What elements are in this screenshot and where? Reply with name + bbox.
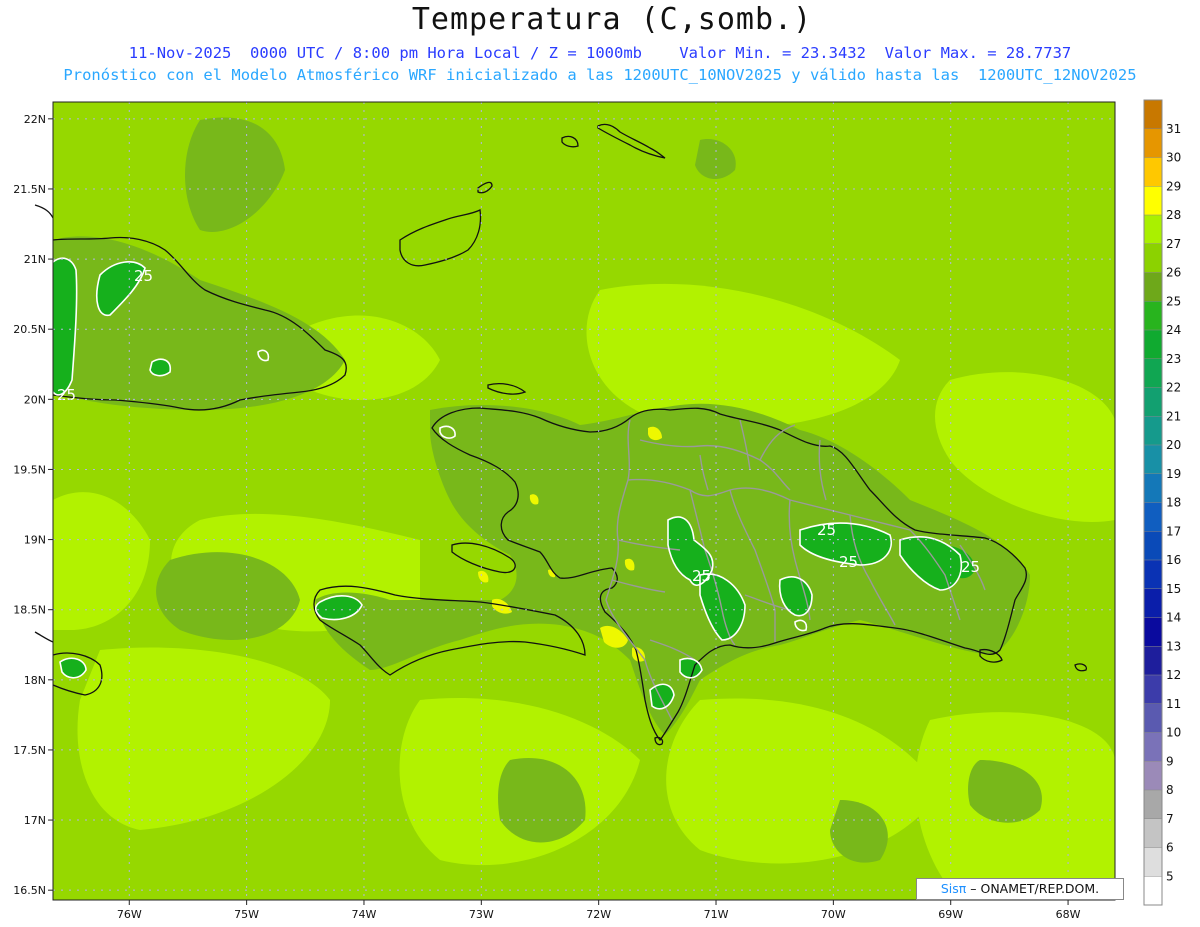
contour-label: 25 xyxy=(839,553,858,571)
credit-box: Sisπ – ONAMET/REP.DOM. xyxy=(916,878,1124,900)
colorbar-swatch xyxy=(1144,790,1162,819)
contour-label: 25 xyxy=(134,267,153,285)
colorbar-label: 5 xyxy=(1166,869,1174,883)
colorbar-label: 22 xyxy=(1166,381,1181,395)
longitude-axis: 76W 75W 74W 73W 72W 71W 70W 69W 68W xyxy=(117,900,1081,921)
colorbar-label: 15 xyxy=(1166,582,1181,596)
colorbar-label: 16 xyxy=(1166,553,1181,567)
longitude-tick-label: 70W xyxy=(821,908,846,921)
longitude-tick-label: 76W xyxy=(117,908,142,921)
longitude-tick-label: 74W xyxy=(352,908,377,921)
colorbar-label: 12 xyxy=(1166,668,1181,682)
colorbar-swatch xyxy=(1144,502,1162,532)
latitude-tick-label: 19N xyxy=(24,534,46,547)
colorbar-label: 18 xyxy=(1166,496,1181,510)
colorbar-swatch xyxy=(1144,100,1162,129)
colorbar-swatch xyxy=(1144,732,1162,762)
colorbar-swatch xyxy=(1144,675,1162,704)
latitude-tick-label: 20N xyxy=(24,393,46,406)
contour-label: 25 xyxy=(692,567,711,585)
colorbar-swatch xyxy=(1144,387,1162,417)
colorbar-label: 14 xyxy=(1166,611,1181,625)
colorbar-label: 19 xyxy=(1166,467,1181,481)
colorbar-label: 30 xyxy=(1166,151,1181,165)
temperature-map: 25 25 25 25 25 25 22N 21.5N 21N 20.5N 20N 19.… xyxy=(13,99,1181,921)
latitude-axis: 22N 21.5N 21N 20.5N 20N 19.5N 19N 18.5N 18N 17.5N… xyxy=(13,113,53,897)
colorbar-swatch xyxy=(1144,818,1162,848)
latitude-tick-label: 21N xyxy=(24,253,46,266)
colorbar-label: 8 xyxy=(1166,783,1174,797)
latitude-tick-label: 17.5N xyxy=(13,744,46,757)
colorbar-swatch xyxy=(1144,703,1162,733)
latitude-tick-label: 22N xyxy=(24,113,46,126)
longitude-tick-label: 68W xyxy=(1056,908,1081,921)
colorbar-label: 17 xyxy=(1166,524,1181,538)
colorbar-swatch xyxy=(1144,646,1162,675)
colorbar-swatch xyxy=(1144,301,1162,330)
credit-text: – ONAMET/REP.DOM. xyxy=(966,881,1100,896)
colorbar-label: 27 xyxy=(1166,237,1181,251)
colorbar-swatch xyxy=(1144,157,1162,187)
colorbar-swatch xyxy=(1144,186,1162,215)
colorbar-label: 21 xyxy=(1166,409,1181,423)
colorbar: 5 6 7 8 9 10 11 12 13 14 15 16 17 18 19 20 21 22 23 24 25 26 2… xyxy=(1143,99,1181,906)
colorbar-swatch xyxy=(1144,617,1162,647)
colorbar-swatch xyxy=(1144,847,1162,877)
colorbar-label: 10 xyxy=(1166,726,1181,740)
colorbar-swatch xyxy=(1144,243,1162,273)
colorbar-swatch xyxy=(1144,416,1162,445)
colorbar-label: 23 xyxy=(1166,352,1181,366)
colorbar-label: 9 xyxy=(1166,754,1174,768)
latitude-tick-label: 21.5N xyxy=(13,183,46,196)
coast-cuba-west-notch xyxy=(34,204,54,219)
colorbar-label: 26 xyxy=(1166,266,1181,280)
latitude-tick-label: 19.5N xyxy=(13,463,46,476)
longitude-tick-label: 72W xyxy=(586,908,611,921)
contour-label: 25 xyxy=(961,558,980,576)
colorbar-label: 20 xyxy=(1166,438,1181,452)
longitude-tick-label: 73W xyxy=(469,908,494,921)
shaded-field xyxy=(53,102,1115,900)
colorbar-label: 13 xyxy=(1166,639,1181,653)
colorbar-label: 24 xyxy=(1166,323,1181,337)
contour-label: 25 xyxy=(57,386,76,404)
colorbar-swatch xyxy=(1144,761,1162,790)
colorbar-swatch xyxy=(1144,560,1162,589)
colorbar-swatch xyxy=(1144,215,1162,244)
credit-brand: Sisπ xyxy=(940,881,967,896)
colorbar-label: 28 xyxy=(1166,208,1181,222)
colorbar-swatch xyxy=(1144,128,1162,158)
colorbar-label: 25 xyxy=(1166,294,1181,308)
colorbar-swatch xyxy=(1144,330,1162,359)
colorbar-swatch xyxy=(1144,531,1162,560)
longitude-tick-label: 69W xyxy=(938,908,963,921)
coast-jamaica-notch xyxy=(34,631,54,643)
colorbar-label: 31 xyxy=(1166,122,1181,136)
latitude-tick-label: 16.5N xyxy=(13,884,46,897)
colorbar-label: 7 xyxy=(1166,812,1174,826)
colorbar-swatch xyxy=(1144,876,1162,905)
colorbar-swatch xyxy=(1144,445,1162,474)
colorbar-swatch xyxy=(1144,473,1162,503)
longitude-tick-label: 71W xyxy=(704,908,729,921)
colorbar-swatch xyxy=(1144,358,1162,388)
colorbar-label: 11 xyxy=(1166,697,1181,711)
latitude-tick-label: 17N xyxy=(24,814,46,827)
latitude-tick-label: 20.5N xyxy=(13,323,46,336)
longitude-tick-label: 75W xyxy=(234,908,259,921)
colorbar-label: 29 xyxy=(1166,179,1181,193)
colorbar-label: 6 xyxy=(1166,841,1174,855)
colorbar-swatch xyxy=(1144,588,1162,618)
latitude-tick-label: 18N xyxy=(24,674,46,687)
colorbar-swatch xyxy=(1144,272,1162,302)
contour-label: 25 xyxy=(817,521,836,539)
latitude-tick-label: 18.5N xyxy=(13,604,46,617)
